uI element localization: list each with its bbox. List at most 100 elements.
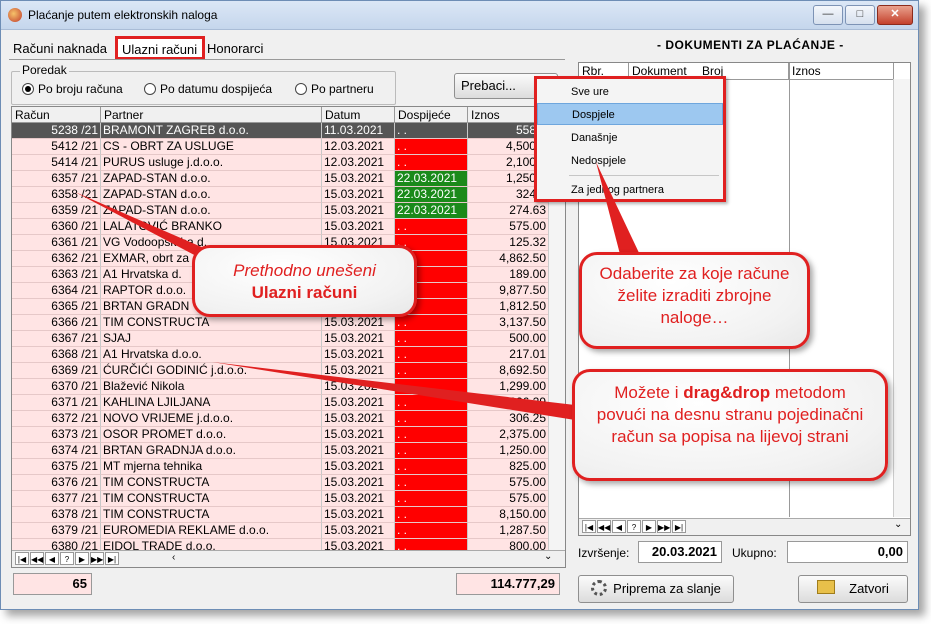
cell-iznos: 326.29 [468, 395, 549, 411]
cell-datum: 15.03.2021 [322, 363, 395, 379]
table-row[interactable]: 6371 /21 KAHLINA LJILJANA 15.03.2021. . 326… [12, 395, 549, 411]
col-datum[interactable]: Datum [322, 107, 395, 123]
cell-datum: 15.03.2021 [322, 187, 395, 203]
tab-ulazni-racuni[interactable]: Ulazni računi [115, 36, 205, 60]
cell-partner: EUROMEDIA REKLAME d.o.o. [101, 523, 322, 539]
scroll-left-icon[interactable]: ‹ [172, 552, 175, 563]
cell-partner: MT mjerna tehnika [101, 459, 322, 475]
col-racun[interactable]: Račun [12, 107, 101, 123]
table-row[interactable]: 6367 /21 SJAJ 15.03.2021. . 500.00 [12, 331, 549, 347]
cell-racun: 6360 /21 [12, 219, 101, 235]
rgrid-nav-button[interactable]: ▶ [642, 520, 656, 533]
cell-dospijece: 22.03.2021 [395, 187, 468, 203]
menu-item-sve-ure[interactable]: Sve ure [537, 81, 723, 103]
cell-racun: 6368 /21 [12, 347, 101, 363]
prebaci-label: Prebaci... [461, 78, 516, 93]
rcol-iznos[interactable]: Iznos [789, 63, 894, 79]
table-row[interactable]: 6368 /21 A1 Hrvatska d.o.o. 15.03.2021. .2… [12, 347, 549, 363]
minimize-button[interactable]: — [813, 5, 843, 25]
table-row[interactable]: 6376 /21 TIM CONSTRUCTA 15.03.2021. . 575.0… [12, 475, 549, 491]
r-scroll-down-icon[interactable]: ⌄ [894, 519, 902, 530]
table-row[interactable]: 5412 /21 CS - OBRT ZA USLUGE 12.03.2021. .… [12, 139, 549, 155]
cell-iznos: 575.00 [468, 491, 549, 507]
cell-partner: A1 Hrvatska d.o.o. [101, 347, 322, 363]
rgrid-nav-button[interactable]: |◀ [582, 520, 596, 533]
rgrid-nav-button[interactable]: ◀ [612, 520, 626, 533]
grid-nav-button[interactable]: ▶▶ [90, 552, 104, 565]
scroll-down-icon[interactable]: ⌄ [544, 551, 552, 562]
window-title: Plaćanje putem elektronskih naloga [28, 8, 218, 22]
cell-partner: NOVO VRIJEME j.d.o.o. [101, 411, 322, 427]
radio-dot-icon [144, 83, 156, 95]
grid-nav-button[interactable]: ▶| [105, 552, 119, 565]
col-partner[interactable]: Partner [101, 107, 322, 123]
cell-datum: 15.03.2021 [322, 443, 395, 459]
col-dospijece[interactable]: Dospijeće [395, 107, 468, 123]
menu-item-dospjele[interactable]: Dospjele [537, 103, 723, 125]
radio-po-broju-racuna[interactable]: Po broju računa [22, 82, 123, 96]
radio-po-datumu-dospijeca[interactable]: Po datumu dospijeća [144, 82, 272, 96]
izvrsenje-field[interactable]: 20.03.2021 [638, 541, 722, 563]
zatvori-button[interactable]: Zatvori [798, 575, 908, 603]
total-field: 114.777,29 [456, 573, 560, 595]
table-row[interactable]: 5238 /21 BRAMONT ZAGREB d.o.o. 11.03.2021.… [12, 123, 549, 139]
table-row[interactable]: 6369 /21 ĆURČIĆI GODINIĆ j.d.o.o. 15.03.20… [12, 363, 549, 379]
table-row[interactable]: 6379 /21 EUROMEDIA REKLAME d.o.o. 15.03.20… [12, 523, 549, 539]
cell-racun: 6358 /21 [12, 187, 101, 203]
folder-icon [817, 580, 836, 594]
rgrid-nav-button[interactable]: ▶▶ [657, 520, 671, 533]
menu-item-danasnje[interactable]: Današnje [537, 127, 723, 149]
maximize-button[interactable]: □ [845, 5, 875, 25]
callout-drag-bold: drag&drop [683, 383, 771, 402]
cell-partner: ZAPAD-STAN d.o.o. [101, 203, 322, 219]
cell-datum: 15.03.2021 [322, 331, 395, 347]
table-row[interactable]: 6374 /21 BRTAN GRADNJA d.o.o. 15.03.2021. … [12, 443, 549, 459]
cell-racun: 6359 /21 [12, 203, 101, 219]
table-row[interactable]: 6358 /21 ZAPAD-STAN d.o.o. 15.03.2021 22.03… [12, 187, 549, 203]
priprema-button[interactable]: Priprema za slanje [578, 575, 734, 603]
cell-racun: 6367 /21 [12, 331, 101, 347]
cell-datum: 15.03.2021 [322, 203, 395, 219]
cell-partner: TIM CONSTRUCTA [101, 475, 322, 491]
callout-select-text: Odaberite za koje račune želite izraditi… [599, 264, 790, 327]
tab-honorarci[interactable]: Honorarci [203, 39, 267, 59]
cell-iznos: 217.01 [468, 347, 549, 363]
radio-dot-icon [22, 83, 34, 95]
menu-item-nedospjele[interactable]: Nedospjele [537, 150, 723, 172]
close-button[interactable]: ✕ [877, 5, 913, 25]
table-row[interactable]: 6359 /21 ZAPAD-STAN d.o.o. 15.03.2021 22.03… [12, 203, 549, 219]
table-row[interactable]: 6357 /21 ZAPAD-STAN d.o.o. 15.03.2021 22.03… [12, 171, 549, 187]
table-row[interactable]: 6366 /21 TIM CONSTRUCTA 15.03.2021. . 3,137… [12, 315, 549, 331]
table-row[interactable]: 5414 /21 PURUS usluge j.d.o.o. 12.03.2021.… [12, 155, 549, 171]
rgrid-nav-button[interactable]: ▶| [672, 520, 686, 533]
cell-datum: 15.03.2021 [322, 411, 395, 427]
tab-racuni-naknada[interactable]: Računi naknada [9, 39, 111, 59]
invoice-grid[interactable]: Račun Partner Datum Dospijeće Iznos 5238… [11, 106, 566, 568]
table-row[interactable]: 6378 /21 TIM CONSTRUCTA 15.03.2021. . 8,150… [12, 507, 549, 523]
rgrid-vertical-scrollbar[interactable] [893, 79, 910, 517]
grid-nav-button[interactable]: ? [60, 552, 74, 565]
grid-nav-button[interactable]: ◀ [45, 552, 59, 565]
cell-iznos: 2,375.00 [468, 427, 549, 443]
grid-nav-button[interactable]: ◀◀ [30, 552, 44, 565]
radio-po-partneru[interactable]: Po partneru [295, 82, 374, 96]
table-row[interactable]: 6360 /21 LALATOVIĆ BRANKO 15.03.2021. . 575… [12, 219, 549, 235]
cell-datum: 15.03.2021 [322, 395, 395, 411]
ukupno-field: 0,00 [787, 541, 908, 563]
grid-nav-button[interactable]: ▶ [75, 552, 89, 565]
cell-dospijece: . . [395, 427, 468, 443]
cell-dospijece: 22.03.2021 [395, 203, 468, 219]
rgrid-nav-button[interactable]: ? [627, 520, 641, 533]
table-row[interactable]: 6372 /21 NOVO VRIJEME j.d.o.o. 15.03.2021.… [12, 411, 549, 427]
callout-left-line2: Ulazni računi [251, 283, 358, 302]
grid-nav-button[interactable]: |◀ [15, 552, 29, 565]
cell-datum: 15.03.2021 [322, 475, 395, 491]
cell-dospijece: . . [395, 219, 468, 235]
rgrid-nav-button[interactable]: ◀◀ [597, 520, 611, 533]
sort-group: Poredak Po broju računa Po datumu dospij… [11, 63, 396, 105]
table-row[interactable]: 6377 /21 TIM CONSTRUCTA 15.03.2021. . 575.0… [12, 491, 549, 507]
table-row[interactable]: 6375 /21 MT mjerna tehnika 15.03.2021. . 82… [12, 459, 549, 475]
menu-item-za-jednog-partnera[interactable]: Za jednog partnera [537, 179, 723, 201]
table-row[interactable]: 6370 /21 Blažević Nikola 15.03.202. . 1,299… [12, 379, 549, 395]
table-row[interactable]: 6373 /21 OSOR PROMET d.o.o. 15.03.2021. .2… [12, 427, 549, 443]
